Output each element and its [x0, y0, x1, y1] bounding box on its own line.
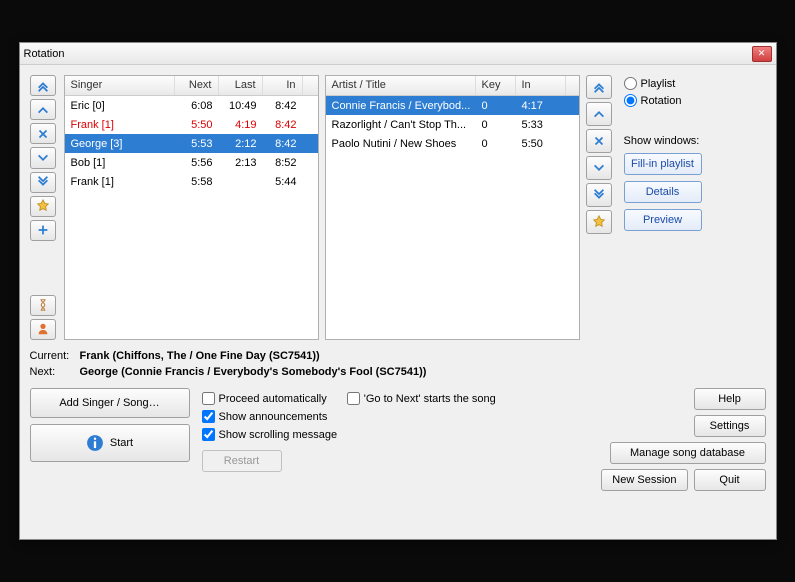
left-buttons: Add Singer / Song… Start — [30, 388, 190, 491]
table-row[interactable]: Eric [0]6:0810:498:42 — [65, 96, 318, 115]
close-icon[interactable]: ✕ — [752, 46, 772, 62]
col-singer[interactable]: Singer — [65, 76, 175, 95]
window-title: Rotation — [24, 48, 752, 60]
table-row[interactable]: Connie Francis / Everybod...04:17 — [326, 96, 579, 115]
table-row[interactable]: George [3]5:532:128:42 — [65, 134, 318, 153]
titlebar[interactable]: Rotation ✕ — [20, 43, 776, 65]
table-row[interactable]: Bob [1]5:562:138:52 — [65, 153, 318, 172]
current-value: Frank (Chiffons, The / One Fine Day (SC7… — [80, 350, 320, 362]
move-top-icon[interactable] — [30, 75, 56, 96]
chk-gotonext[interactable]: 'Go to Next' starts the song — [347, 392, 496, 405]
delete-icon[interactable] — [30, 123, 56, 144]
song-move-bottom-icon[interactable] — [586, 183, 612, 207]
move-bottom-icon[interactable] — [30, 172, 56, 193]
radio-rotation[interactable]: Rotation — [624, 92, 766, 109]
table-row[interactable]: Frank [1]5:585:44 — [65, 172, 318, 191]
table-row[interactable]: Paolo Nutini / New Shoes05:50 — [326, 134, 579, 153]
start-button[interactable]: Start — [30, 424, 190, 462]
next-value: George (Connie Francis / Everybody's Som… — [80, 366, 427, 378]
show-windows-label: Show windows: — [624, 135, 766, 147]
singers-rows[interactable]: Eric [0]6:0810:498:42Frank [1]5:504:198:… — [65, 96, 318, 339]
fillin-playlist-button[interactable]: Fill-in playlist — [624, 153, 702, 175]
manage-db-button[interactable]: Manage song database — [610, 442, 766, 464]
preview-button[interactable]: Preview — [624, 209, 702, 231]
song-delete-icon[interactable] — [586, 129, 612, 153]
singers-toolbar — [30, 75, 58, 340]
move-down-icon[interactable] — [30, 147, 56, 168]
current-label: Current: — [30, 348, 80, 364]
help-button[interactable]: Help — [694, 388, 766, 410]
user-icon[interactable] — [30, 319, 56, 340]
restart-button[interactable]: Restart — [202, 450, 282, 472]
new-session-button[interactable]: New Session — [601, 469, 687, 491]
move-up-icon[interactable] — [30, 99, 56, 120]
col-in[interactable]: In — [263, 76, 303, 95]
songs-rows[interactable]: Connie Francis / Everybod...04:17Razorli… — [326, 96, 579, 339]
song-move-up-icon[interactable] — [586, 102, 612, 126]
table-row[interactable]: Razorlight / Can't Stop Th...05:33 — [326, 115, 579, 134]
singers-header[interactable]: Singer Next Last In — [65, 76, 318, 96]
info-icon — [86, 434, 104, 452]
right-column: Playlist Rotation Show windows: Fill-in … — [620, 75, 766, 340]
chk-scroll[interactable]: Show scrolling message — [202, 428, 590, 441]
add-icon[interactable] — [30, 220, 56, 241]
col-in2[interactable]: In — [516, 76, 566, 95]
col-next[interactable]: Next — [175, 76, 219, 95]
chk-proceed[interactable]: Proceed automatically — [202, 392, 327, 405]
now-playing-info: Current:Frank (Chiffons, The / One Fine … — [30, 348, 766, 380]
songs-toolbar — [586, 75, 614, 340]
bottom-row: Add Singer / Song… Start Proceed automat… — [30, 388, 766, 491]
col-key[interactable]: Key — [476, 76, 516, 95]
chk-announce[interactable]: Show announcements — [202, 410, 590, 423]
rotation-window: Rotation ✕ Singer Next — [19, 42, 777, 540]
table-row[interactable]: Frank [1]5:504:198:42 — [65, 115, 318, 134]
timer-icon[interactable] — [30, 295, 56, 316]
add-singer-song-button[interactable]: Add Singer / Song… — [30, 388, 190, 418]
main-row: Singer Next Last In Eric [0]6:0810:498:4… — [30, 75, 766, 340]
song-star-icon[interactable] — [586, 210, 612, 234]
songs-header[interactable]: Artist / Title Key In — [326, 76, 579, 96]
radio-playlist[interactable]: Playlist — [624, 75, 766, 92]
window-body: Singer Next Last In Eric [0]6:0810:498:4… — [20, 65, 776, 539]
options-checks: Proceed automatically 'Go to Next' start… — [202, 388, 590, 491]
star-icon[interactable] — [30, 196, 56, 217]
col-title[interactable]: Artist / Title — [326, 76, 476, 95]
song-move-down-icon[interactable] — [586, 156, 612, 180]
next-label: Next: — [30, 364, 80, 380]
details-button[interactable]: Details — [624, 181, 702, 203]
singers-panel: Singer Next Last In Eric [0]6:0810:498:4… — [64, 75, 319, 340]
settings-button[interactable]: Settings — [694, 415, 766, 437]
col-last[interactable]: Last — [219, 76, 263, 95]
footer-buttons: Help Settings Manage song database New S… — [601, 388, 765, 491]
songs-panel: Artist / Title Key In Connie Francis / E… — [325, 75, 580, 340]
song-move-top-icon[interactable] — [586, 75, 612, 99]
quit-button[interactable]: Quit — [694, 469, 766, 491]
